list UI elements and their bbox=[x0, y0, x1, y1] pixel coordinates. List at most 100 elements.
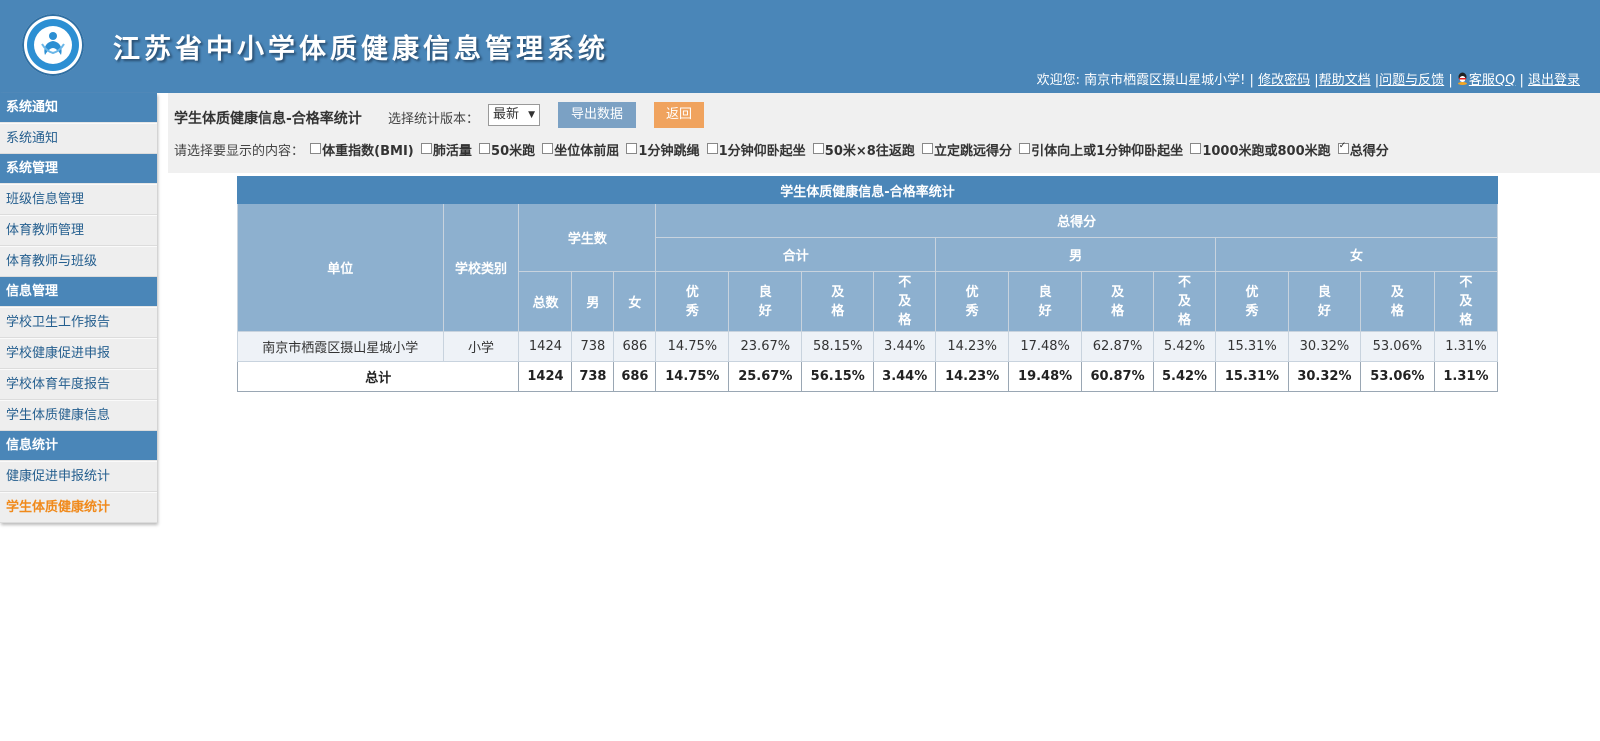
col-header-good: 良 好 bbox=[1287, 271, 1361, 332]
col-header-group-total: 合计 bbox=[655, 237, 937, 272]
help-docs-link[interactable]: 帮助文档 bbox=[1319, 73, 1371, 88]
grade-label: 及 格 bbox=[1111, 284, 1125, 319]
checkbox[interactable] bbox=[1019, 143, 1031, 154]
sidebar-section-info-admin[interactable]: 信息管理 bbox=[0, 277, 157, 307]
checkbox[interactable] bbox=[310, 143, 322, 154]
option-label: 1000米跑或800米跑 bbox=[1202, 144, 1331, 159]
sidebar-item-student-health-stats[interactable]: 学生体质健康统计 bbox=[0, 492, 157, 523]
checkbox[interactable] bbox=[921, 143, 933, 154]
version-selected-value: 最新 bbox=[493, 107, 520, 122]
col-header-unit: 单位 bbox=[237, 203, 444, 332]
checkbox[interactable] bbox=[420, 143, 432, 154]
sidebar-item-promotion-stats[interactable]: 健康促进申报统计 bbox=[0, 461, 157, 492]
sidebar-item-pe-annual-report[interactable]: 学校体育年度报告 bbox=[0, 369, 157, 400]
toolbar: 学生体质健康信息-合格率统计 选择统计版本： 最新 ▼ 导出数据 返回 请选择要… bbox=[168, 93, 1600, 173]
option-endurance-run[interactable]: 1000米跑或800米跑 bbox=[1190, 140, 1331, 159]
option-pull-ups[interactable]: 引体向上或1分钟仰卧起坐 bbox=[1019, 140, 1183, 159]
version-select[interactable]: 最新 ▼ bbox=[488, 104, 540, 126]
version-label: 选择统计版本： bbox=[388, 112, 480, 127]
cell-total-value: 14.23% bbox=[935, 361, 1010, 392]
sidebar-section-statistics[interactable]: 信息统计 bbox=[0, 431, 157, 461]
option-vital-capacity[interactable]: 肺活量 bbox=[420, 140, 472, 159]
checkbox[interactable] bbox=[626, 143, 638, 154]
stats-table: 学生体质健康信息-合格率统计 单位 学校类别 学生数 总得分 合计 男 女 总数… bbox=[236, 176, 1499, 392]
grade-label: 不 及 格 bbox=[1459, 275, 1473, 328]
col-header-excellent: 优 秀 bbox=[655, 271, 730, 332]
cell-total-value: 1424 bbox=[518, 361, 573, 392]
back-button[interactable]: 返回 bbox=[654, 102, 704, 128]
checkbox[interactable] bbox=[542, 143, 554, 154]
option-bmi[interactable]: 体重指数(BMI) bbox=[310, 140, 414, 159]
col-header-count-male: 男 bbox=[571, 271, 615, 332]
option-total-score[interactable]: 总得分 bbox=[1337, 140, 1389, 159]
sidebar-item-pe-teachers[interactable]: 体育教师管理 bbox=[0, 215, 157, 246]
cell-total-value: 56.15% bbox=[801, 361, 875, 392]
sidebar-item-class-info[interactable]: 班级信息管理 bbox=[0, 184, 157, 215]
qq-penguin-icon[interactable] bbox=[1457, 72, 1468, 85]
option-sit-and-reach[interactable]: 坐位体前屈 bbox=[542, 140, 619, 159]
grade-label: 不 及 格 bbox=[1178, 275, 1192, 328]
qq-support-link[interactable]: 客服QQ bbox=[1469, 73, 1515, 88]
option-label: 体重指数(BMI) bbox=[322, 144, 414, 159]
cell-value: 53.06% bbox=[1359, 331, 1435, 362]
cell-value: 17.48% bbox=[1008, 331, 1083, 362]
separator: | bbox=[1519, 73, 1524, 88]
col-header-pass: 及 格 bbox=[1081, 271, 1155, 332]
grade-label: 及 格 bbox=[831, 284, 845, 319]
col-header-fail: 不 及 格 bbox=[1153, 271, 1216, 332]
option-label: 引体向上或1分钟仰卧起坐 bbox=[1031, 144, 1184, 159]
cell-total-value: 3.44% bbox=[873, 361, 937, 392]
cell-value: 1.31% bbox=[1433, 331, 1499, 362]
cell-value: 5.42% bbox=[1153, 331, 1216, 362]
cell-value: 3.44% bbox=[873, 331, 937, 362]
cell-value: 14.75% bbox=[655, 331, 730, 362]
col-header-pass: 及 格 bbox=[801, 271, 875, 332]
cell-total-value: 15.31% bbox=[1215, 361, 1289, 392]
option-label: 50米跑 bbox=[491, 144, 536, 159]
col-header-good: 良 好 bbox=[728, 271, 803, 332]
checkbox[interactable] bbox=[1190, 143, 1202, 154]
cell-value: 23.67% bbox=[728, 331, 803, 362]
change-password-link[interactable]: 修改密码 bbox=[1258, 73, 1310, 88]
export-data-button[interactable]: 导出数据 bbox=[558, 102, 636, 128]
sidebar-item-teacher-class[interactable]: 体育教师与班级 bbox=[0, 246, 157, 277]
option-long-jump[interactable]: 立定跳远得分 bbox=[921, 140, 1012, 159]
options-label: 请选择要显示的内容： bbox=[174, 144, 305, 159]
cell-total-value: 738 bbox=[571, 361, 615, 392]
cell-value: 58.15% bbox=[801, 331, 875, 362]
option-shuttle-run[interactable]: 50米×8往返跑 bbox=[812, 140, 915, 159]
sidebar-section-notice[interactable]: 系统通知 bbox=[0, 93, 157, 123]
option-label: 坐位体前屈 bbox=[554, 144, 620, 159]
logo-icon bbox=[22, 14, 84, 76]
cell-value: 686 bbox=[613, 331, 657, 362]
col-header-total-score: 总得分 bbox=[655, 203, 1498, 238]
cell-school-type: 小学 bbox=[442, 331, 520, 362]
sidebar-section-system-admin[interactable]: 系统管理 bbox=[0, 154, 157, 184]
cell-value: 738 bbox=[571, 331, 615, 362]
option-label: 肺活量 bbox=[432, 144, 472, 159]
option-sit-ups[interactable]: 1分钟仰卧起坐 bbox=[706, 140, 806, 159]
sidebar-item-system-notice[interactable]: 系统通知 bbox=[0, 123, 157, 154]
sidebar-item-health-work-report[interactable]: 学校卫生工作报告 bbox=[0, 307, 157, 338]
checkbox[interactable] bbox=[706, 143, 718, 154]
cell-total-value: 25.67% bbox=[728, 361, 803, 392]
grade-label: 良 好 bbox=[1038, 284, 1052, 319]
cell-total-value: 1.31% bbox=[1433, 361, 1499, 392]
col-header-excellent: 优 秀 bbox=[1215, 271, 1289, 332]
checkbox-checked[interactable] bbox=[1337, 141, 1349, 154]
sidebar-item-health-promotion[interactable]: 学校健康促进申报 bbox=[0, 338, 157, 369]
col-header-count-female: 女 bbox=[613, 271, 657, 332]
checkbox[interactable] bbox=[812, 143, 824, 154]
cell-total-value: 30.32% bbox=[1287, 361, 1361, 392]
option-rope-skipping[interactable]: 1分钟跳绳 bbox=[626, 140, 699, 159]
option-50m-run[interactable]: 50米跑 bbox=[479, 140, 535, 159]
cell-total-value: 14.75% bbox=[655, 361, 730, 392]
option-label: 1分钟跳绳 bbox=[638, 144, 700, 159]
logout-link[interactable]: 退出登录 bbox=[1528, 73, 1580, 88]
separator: | bbox=[1448, 73, 1453, 88]
cell-value: 30.32% bbox=[1287, 331, 1361, 362]
cell-value: 62.87% bbox=[1081, 331, 1155, 362]
checkbox[interactable] bbox=[479, 143, 491, 154]
feedback-link[interactable]: 问题与反馈 bbox=[1379, 73, 1444, 88]
sidebar-item-student-health-info[interactable]: 学生体质健康信息 bbox=[0, 400, 157, 431]
